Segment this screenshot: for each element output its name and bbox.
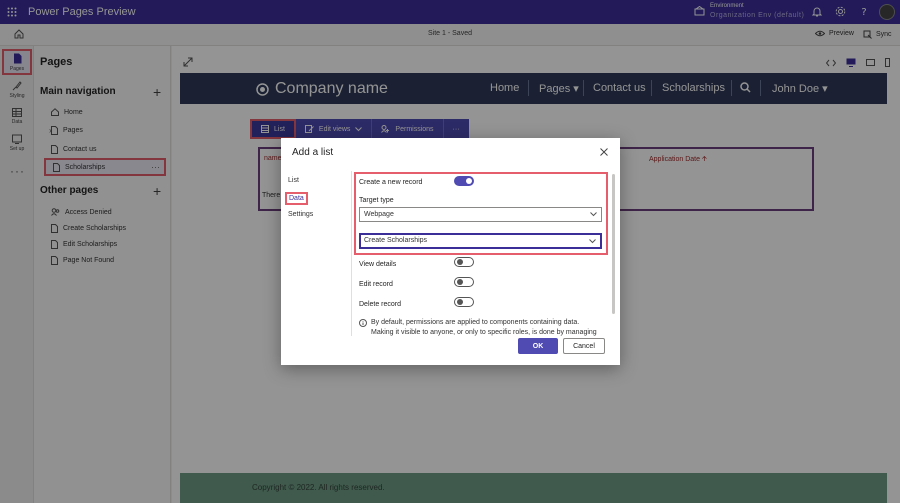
permissions-info-text: By default, permissions are applied to c… <box>371 319 597 336</box>
create-new-record-label: Create a new record <box>359 179 423 186</box>
dialog-title: Add a list <box>292 147 334 158</box>
create-new-record-toggle[interactable] <box>454 176 474 186</box>
delete-record-label: Delete record <box>359 301 402 308</box>
target-type-select[interactable]: Webpage <box>359 207 602 222</box>
view-details-toggle[interactable] <box>454 257 474 267</box>
tab-list[interactable]: List <box>288 177 299 184</box>
chevron-down-icon <box>589 239 596 244</box>
tab-settings[interactable]: Settings <box>288 211 313 218</box>
ok-button[interactable]: OK <box>518 338 558 354</box>
delete-record-toggle[interactable] <box>454 297 474 307</box>
cancel-button[interactable]: Cancel <box>563 338 605 354</box>
permissions-info: By default, permissions are applied to c… <box>359 318 599 337</box>
target-page-select[interactable]: Create Scholarships <box>359 233 602 249</box>
target-type-value: Webpage <box>364 211 394 218</box>
dialog-scrollbar[interactable] <box>612 174 615 314</box>
view-details-label: View details <box>359 261 397 268</box>
close-icon[interactable] <box>600 148 608 156</box>
chevron-down-icon <box>590 212 597 217</box>
tab-data[interactable]: Data <box>285 192 308 205</box>
edit-record-toggle[interactable] <box>454 277 474 287</box>
add-list-dialog: Add a list List Data Settings Create a n… <box>281 138 620 365</box>
target-page-value: Create Scholarships <box>364 237 428 244</box>
target-type-label: Target type <box>359 197 394 204</box>
edit-record-label: Edit record <box>359 281 393 288</box>
dialog-divider <box>351 171 352 336</box>
info-icon <box>359 319 367 327</box>
